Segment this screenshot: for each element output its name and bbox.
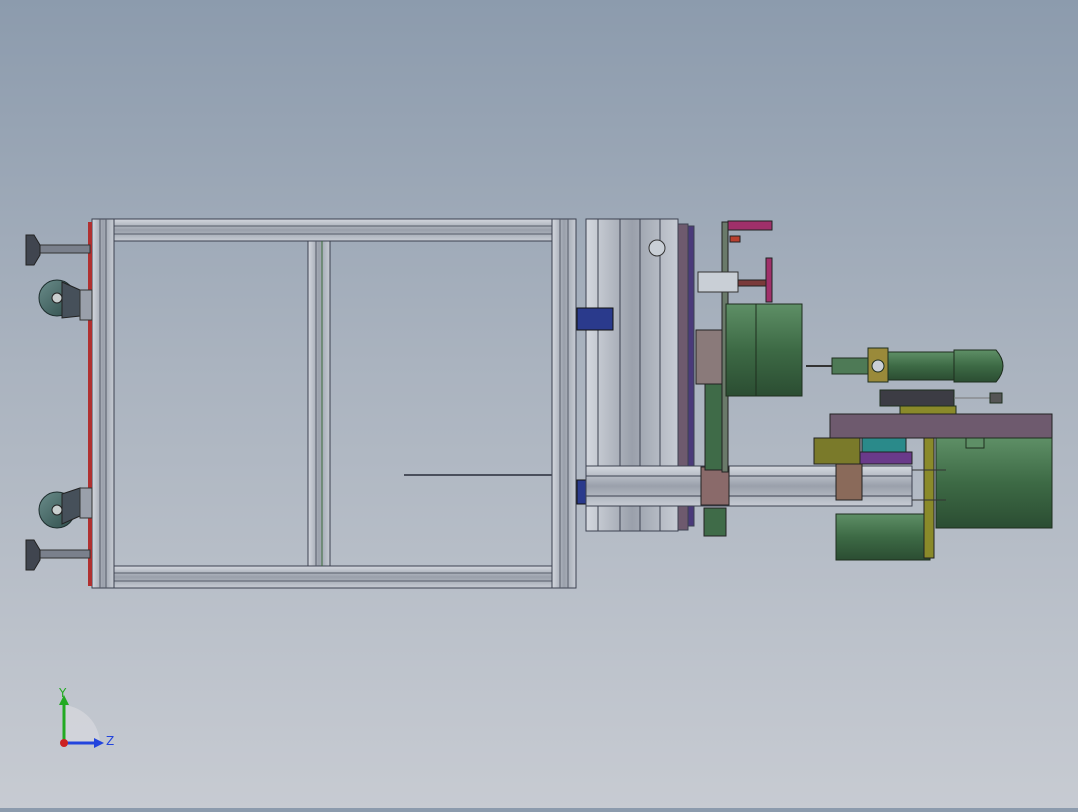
teal-block (861, 437, 907, 453)
origin-dot (60, 739, 68, 747)
frame-middle-post (307, 240, 331, 567)
leveling-foot-top (25, 234, 91, 266)
cad-model-drawing (25, 218, 1053, 589)
frame-top-rail (91, 218, 577, 242)
olive-motor (813, 437, 861, 465)
blue-bracket-top (576, 307, 614, 331)
grey-cylinder (697, 271, 739, 293)
cabinet-latch (965, 437, 985, 449)
olive-support-post (923, 437, 935, 559)
frame-right-post (551, 218, 577, 589)
green-control-cabinet (935, 437, 1053, 529)
coordinate-triad: Y Z (58, 686, 114, 748)
violet-block (859, 451, 913, 465)
motor-coupling (835, 463, 863, 501)
frame-bottom-rail (91, 565, 577, 589)
purple-base-plate (829, 413, 1053, 439)
caster-wheel-top (38, 279, 93, 321)
green-motor-housing (725, 303, 803, 397)
magenta-cylinder (727, 220, 773, 231)
cylinder-fitting (729, 235, 741, 243)
frame-left-post (91, 218, 115, 589)
green-hopper (835, 513, 931, 561)
z-axis-label: Z (106, 734, 114, 748)
cylinder-bracket (765, 257, 773, 303)
y-axis-label: Y (58, 686, 67, 700)
caster-wheel-bottom (38, 487, 93, 529)
aluminium-frame (91, 218, 577, 589)
cad-viewport[interactable]: Y Z (0, 0, 1078, 808)
leveling-foot-bottom (25, 539, 91, 571)
frame-red-end-plate (88, 222, 92, 586)
spindle-assembly (806, 347, 1004, 415)
